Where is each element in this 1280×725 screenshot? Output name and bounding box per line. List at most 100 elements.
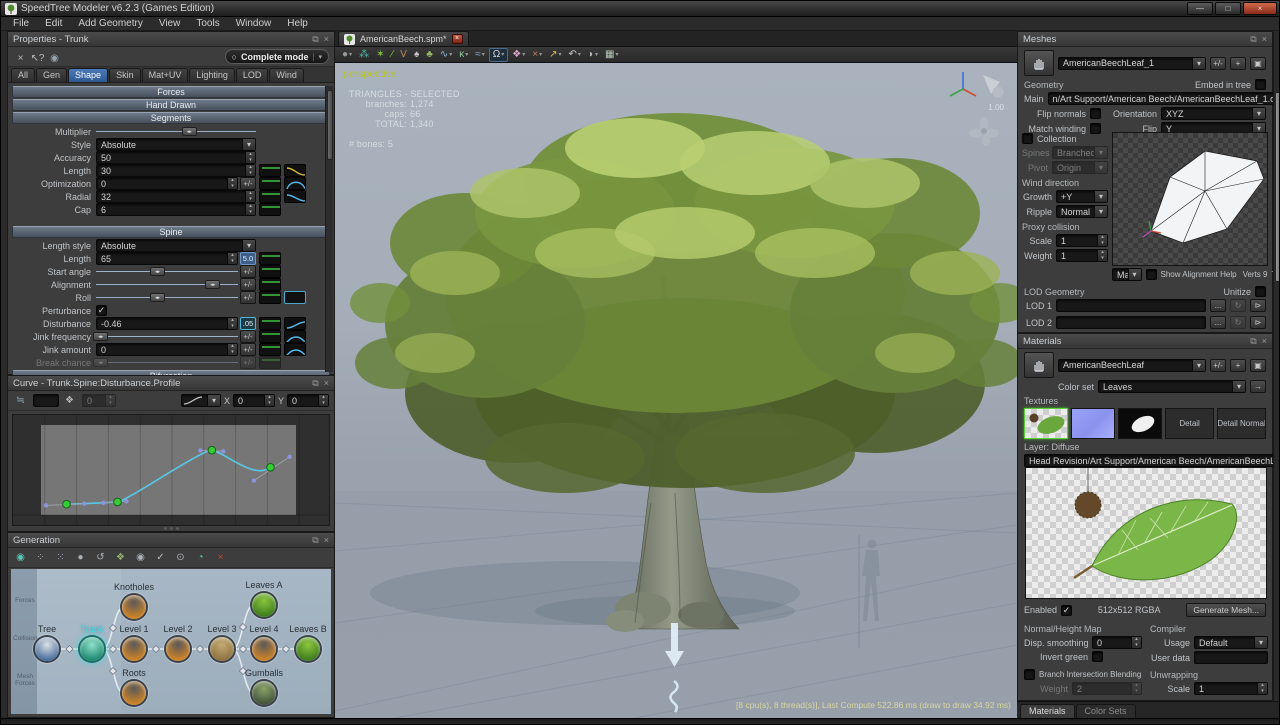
profile-curve-chip[interactable] [259, 252, 281, 265]
tab-all[interactable]: All [11, 68, 35, 82]
slider-handle[interactable]: ◂▸ [182, 127, 197, 136]
curve-graph[interactable] [12, 414, 330, 526]
viewport-3d[interactable]: perspective TRIANGLES - SELECTED branche… [335, 63, 1017, 718]
curve-y-input[interactable]: 0 [287, 394, 329, 407]
plus-minus-button[interactable]: +/- [240, 177, 256, 190]
plus-minus-button[interactable]: +/- [1210, 359, 1226, 372]
float-panel-icon[interactable]: ⧉ [1250, 35, 1256, 44]
pivot-dropdown[interactable]: Origin [1052, 161, 1108, 174]
bump-curve-chip[interactable] [284, 177, 306, 190]
delete-icon[interactable]: × [213, 551, 228, 565]
orientation-dropdown[interactable]: XYZ [1161, 107, 1266, 120]
profile-curve-chip[interactable] [259, 343, 281, 356]
jink-frequency-slider[interactable]: ◂▸ [96, 330, 238, 343]
section-forces[interactable]: Forces [12, 86, 330, 98]
profile-curve-chip[interactable] [259, 291, 281, 304]
rock-tool-icon[interactable]: ●▾ [339, 48, 355, 62]
maximize-button[interactable]: □ [1215, 2, 1241, 15]
reload-icon[interactable]: ↻ [1230, 299, 1246, 312]
sphere-tool-icon[interactable]: ◗▾ [585, 48, 601, 62]
empty-curve-chip[interactable] [284, 291, 306, 304]
copy-button[interactable]: ▣ [1250, 359, 1266, 372]
curve-control-point[interactable] [63, 500, 71, 508]
listen-tool-icon[interactable]: Ω▾ [489, 48, 509, 62]
tab-wind[interactable]: Wind [269, 68, 304, 82]
close-button[interactable]: × [1243, 2, 1277, 15]
growth-dropdown[interactable]: +Y [1056, 190, 1108, 203]
menu-help[interactable]: Help [279, 18, 316, 29]
profile-curve-chip[interactable] [259, 190, 281, 203]
generator-node-tree[interactable] [35, 637, 59, 661]
start-angle-slider[interactable]: ◂▸ [96, 265, 238, 278]
bone-tool-icon[interactable]: κ▾ [456, 48, 471, 62]
profile-curve-chip[interactable] [259, 278, 281, 291]
texture-path-field[interactable]: Head Revision/Art Support/American Beech… [1024, 454, 1280, 467]
style-dropdown[interactable]: Absolute [96, 138, 256, 151]
right-scrollbar[interactable] [1273, 32, 1280, 700]
section-spine[interactable]: Spine [12, 226, 330, 238]
profile-curve-chip[interactable] [259, 164, 281, 177]
season-tool-icon[interactable]: ❖▾ [509, 48, 528, 62]
generator-sphere-icon[interactable]: ◉ [13, 551, 28, 565]
curve-color-swatch[interactable] [33, 394, 59, 407]
arc-curve-chip[interactable] [284, 330, 306, 343]
tab-lod[interactable]: LOD [236, 68, 269, 82]
profile-curve-chip[interactable] [259, 330, 281, 343]
generation-node-graph[interactable]: TreeTrunkKnotholesLevel 1Level 2Level 3L… [11, 569, 331, 714]
grass-tool-icon[interactable]: ∕ [388, 48, 396, 62]
menu-view[interactable]: View [151, 18, 189, 29]
alignment-slider[interactable]: ◂▸ [96, 278, 238, 291]
tab-close-icon[interactable]: × [452, 34, 463, 44]
lod1-path-field[interactable] [1056, 299, 1206, 312]
menu-add-geometry[interactable]: Add Geometry [70, 18, 150, 29]
tab-matuv[interactable]: Mat+UV [142, 68, 189, 82]
alpha-texture-thumb[interactable] [1118, 408, 1162, 439]
hierarchy-tool-icon[interactable]: ⁂ [356, 48, 372, 62]
variance-curve-chip[interactable] [284, 164, 306, 177]
proxy-scale-input[interactable]: 1 [1056, 234, 1108, 247]
curve-control-point[interactable] [208, 446, 216, 454]
frond-tool-icon[interactable]: ♣ [423, 48, 436, 62]
generator-node-level2[interactable] [166, 637, 190, 661]
context-help-icon[interactable]: ↖? [30, 51, 45, 65]
profile-curve-chip[interactable] [259, 203, 281, 216]
float-panel-icon[interactable]: ⧉ [312, 35, 318, 44]
reload-icon[interactable]: ↻ [1230, 316, 1246, 329]
main-mesh-path-field[interactable]: n/Art Support/American Beech/AmericanBee… [1048, 92, 1280, 105]
accuracy-input[interactable]: 50 [96, 151, 256, 164]
disp-smoothing-input[interactable]: 0 [1092, 636, 1142, 649]
tab-gen[interactable]: Gen [36, 68, 67, 82]
normal-texture-thumb[interactable] [1071, 408, 1115, 439]
generator-node-roots[interactable] [122, 681, 146, 705]
plus-minus-button[interactable]: +/- [240, 291, 256, 304]
section-segments[interactable]: Segments [12, 112, 330, 124]
add-child-generator-icon[interactable]: ⁙ [53, 551, 68, 565]
detail-normal-texture-thumb[interactable]: Detail Normal [1217, 408, 1266, 439]
eye-icon[interactable]: ◉ [47, 51, 62, 65]
disturbance-badge[interactable]: .05 [240, 317, 256, 330]
scrollbar-thumb[interactable] [1275, 92, 1280, 282]
curve-x-input[interactable]: 0 [233, 394, 275, 407]
break-chance-slider[interactable]: ◂▸ [96, 356, 238, 369]
generator-node-leavesA[interactable] [252, 593, 276, 617]
jink-amount-input[interactable]: 0 [96, 343, 238, 356]
hand-tree-icon[interactable]: ❖ [113, 551, 128, 565]
plus-minus-button[interactable]: +/- [240, 330, 256, 343]
leaf-tool-icon[interactable]: ✶ [373, 48, 387, 62]
plus-minus-button[interactable]: +/- [1210, 57, 1226, 70]
sphere-icon[interactable]: ● [73, 551, 88, 565]
curve-control-point[interactable] [267, 464, 275, 472]
profile-curve-chip[interactable] [259, 317, 281, 330]
seed-icon[interactable]: ◔ [193, 551, 208, 565]
arc-curve-chip[interactable] [284, 343, 306, 356]
generator-node-leavesB[interactable] [296, 637, 320, 661]
browse-button[interactable]: ... [1210, 299, 1226, 312]
profile-curve-chip[interactable] [259, 356, 281, 369]
assign-icon[interactable]: ⊳ [1250, 316, 1266, 329]
properties-scrollbar[interactable] [325, 86, 333, 372]
close-panel-icon[interactable]: × [324, 379, 329, 388]
profile-curve-chip[interactable] [259, 265, 281, 278]
diffuse-texture-thumb[interactable] [1024, 408, 1068, 439]
collection-checkbox[interactable] [1022, 133, 1033, 144]
tree-tool-icon[interactable]: ♠ [411, 48, 422, 62]
